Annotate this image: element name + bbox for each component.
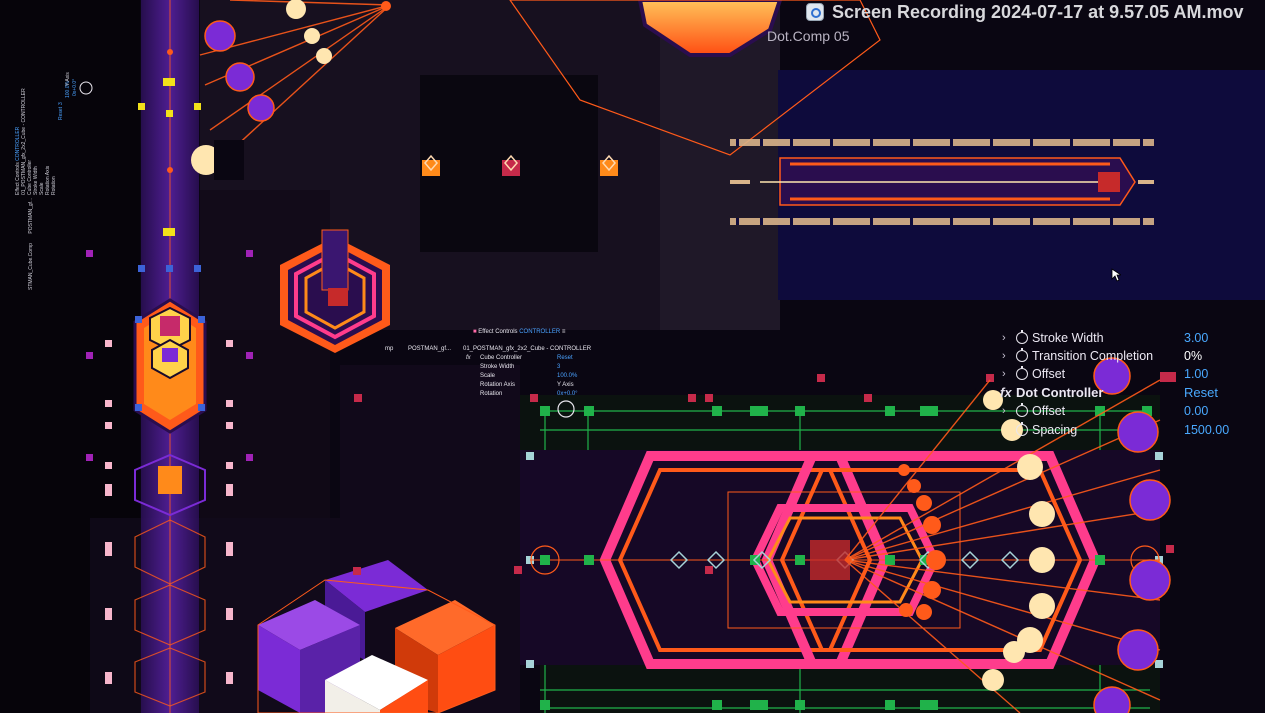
- stopwatch-icon[interactable]: [1016, 403, 1028, 417]
- ec-value-stroke-width[interactable]: 3.00: [1184, 329, 1208, 347]
- fx-icon[interactable]: fx: [1000, 384, 1012, 402]
- effect-controls-rotated: Effect Controls CONTROLLER 01_POSTMAN_gf…: [15, 25, 75, 195]
- stopwatch-icon[interactable]: [1016, 422, 1028, 436]
- fx-icon: fx: [466, 355, 471, 361]
- effect-controls-small: ■ Effect Controls CONTROLLER ≡ mp POSTMA…: [378, 328, 628, 399]
- window-title: Screen Recording 2024-07-17 at 9.57.05 A…: [832, 1, 1244, 22]
- rotated-val-rotation[interactable]: 0x+0.0°: [72, 79, 78, 96]
- ec-value-spacing[interactable]: 1500.00: [1184, 421, 1229, 439]
- ec-small-val-axis[interactable]: Y Axis: [557, 381, 574, 390]
- ec-label-spacing: Spacing: [1032, 423, 1078, 437]
- ec-small-reset-button[interactable]: Reset: [557, 354, 573, 363]
- ec-label-offset: Offset: [1032, 367, 1066, 381]
- stopwatch-icon[interactable]: [1016, 366, 1028, 380]
- ec-label-stroke-width: Stroke Width: [1032, 331, 1104, 345]
- ec-small-effect-name[interactable]: Cube Controller: [480, 354, 522, 363]
- rotated-comp-crumb: STMAN_Cube.Comp POSTMAN_gf...: [28, 198, 34, 290]
- ec-small-header[interactable]: ■ Effect Controls CONTROLLER ≡: [473, 328, 565, 337]
- rotated-comp-mid[interactable]: POSTMAN_gf...: [28, 198, 34, 234]
- chevron-right-icon[interactable]: ›: [1002, 365, 1006, 383]
- ec-effect-name: Dot Controller: [1016, 385, 1104, 400]
- ec-small-val-scale[interactable]: 100.0%: [557, 372, 577, 381]
- ec-small-prop-axis[interactable]: Rotation Axis: [480, 381, 515, 390]
- rotated-reset[interactable]: Reset: [58, 107, 64, 120]
- rotated-val-axis[interactable]: Y Axis: [65, 72, 71, 86]
- chevron-right-icon[interactable]: ›: [1002, 347, 1006, 365]
- ec-small-val-rotation[interactable]: 0x+0.0°: [557, 390, 578, 399]
- ec-label-dot-offset: Offset: [1032, 404, 1066, 418]
- ec-value-transition[interactable]: 0%: [1184, 347, 1202, 365]
- rotated-val-stroke[interactable]: 3: [58, 102, 64, 105]
- ec-small-crumb-mid[interactable]: POSTMAN_gf...: [408, 345, 451, 354]
- ec-small-val-stroke[interactable]: 3: [557, 363, 560, 372]
- comp-tab-label[interactable]: Dot.Comp 05: [767, 28, 849, 44]
- stopwatch-icon[interactable]: [1016, 348, 1028, 362]
- rotated-prop-rotation[interactable]: Rotation: [51, 25, 57, 195]
- ec-small-prop-stroke[interactable]: Stroke Width: [480, 363, 514, 372]
- ec-small-prop-scale[interactable]: Scale: [480, 372, 495, 381]
- ec-reset-button[interactable]: Reset: [1184, 384, 1218, 402]
- cursor-arrow-icon: [1111, 268, 1121, 282]
- rotated-comp-name[interactable]: STMAN_Cube.Comp: [28, 243, 34, 290]
- chevron-right-icon[interactable]: ›: [1002, 329, 1006, 347]
- stopwatch-icon[interactable]: [1016, 330, 1028, 344]
- ec-value-offset[interactable]: 1.00: [1184, 365, 1208, 383]
- ec-value-dot-offset[interactable]: 0.00: [1184, 402, 1208, 420]
- ec-small-crumb-left[interactable]: mp: [385, 345, 393, 354]
- ec-small-crumb-right[interactable]: 01_POSTMAN_gfx_2x2_Cube - CONTROLLER: [463, 345, 591, 354]
- screen-recording-frame: Screen Recording 2024-07-17 at 9.57.05 A…: [0, 0, 1265, 713]
- quicktime-icon: [806, 3, 824, 21]
- chevron-right-icon[interactable]: ›: [1002, 402, 1006, 420]
- window-title-bar: Screen Recording 2024-07-17 at 9.57.05 A…: [806, 0, 1265, 24]
- ec-label-transition: Transition Completion: [1032, 349, 1154, 363]
- ec-small-prop-rotation[interactable]: Rotation: [480, 390, 502, 399]
- effect-controls-large: › Stroke Width 3.00 › Transition Complet…: [998, 329, 1265, 444]
